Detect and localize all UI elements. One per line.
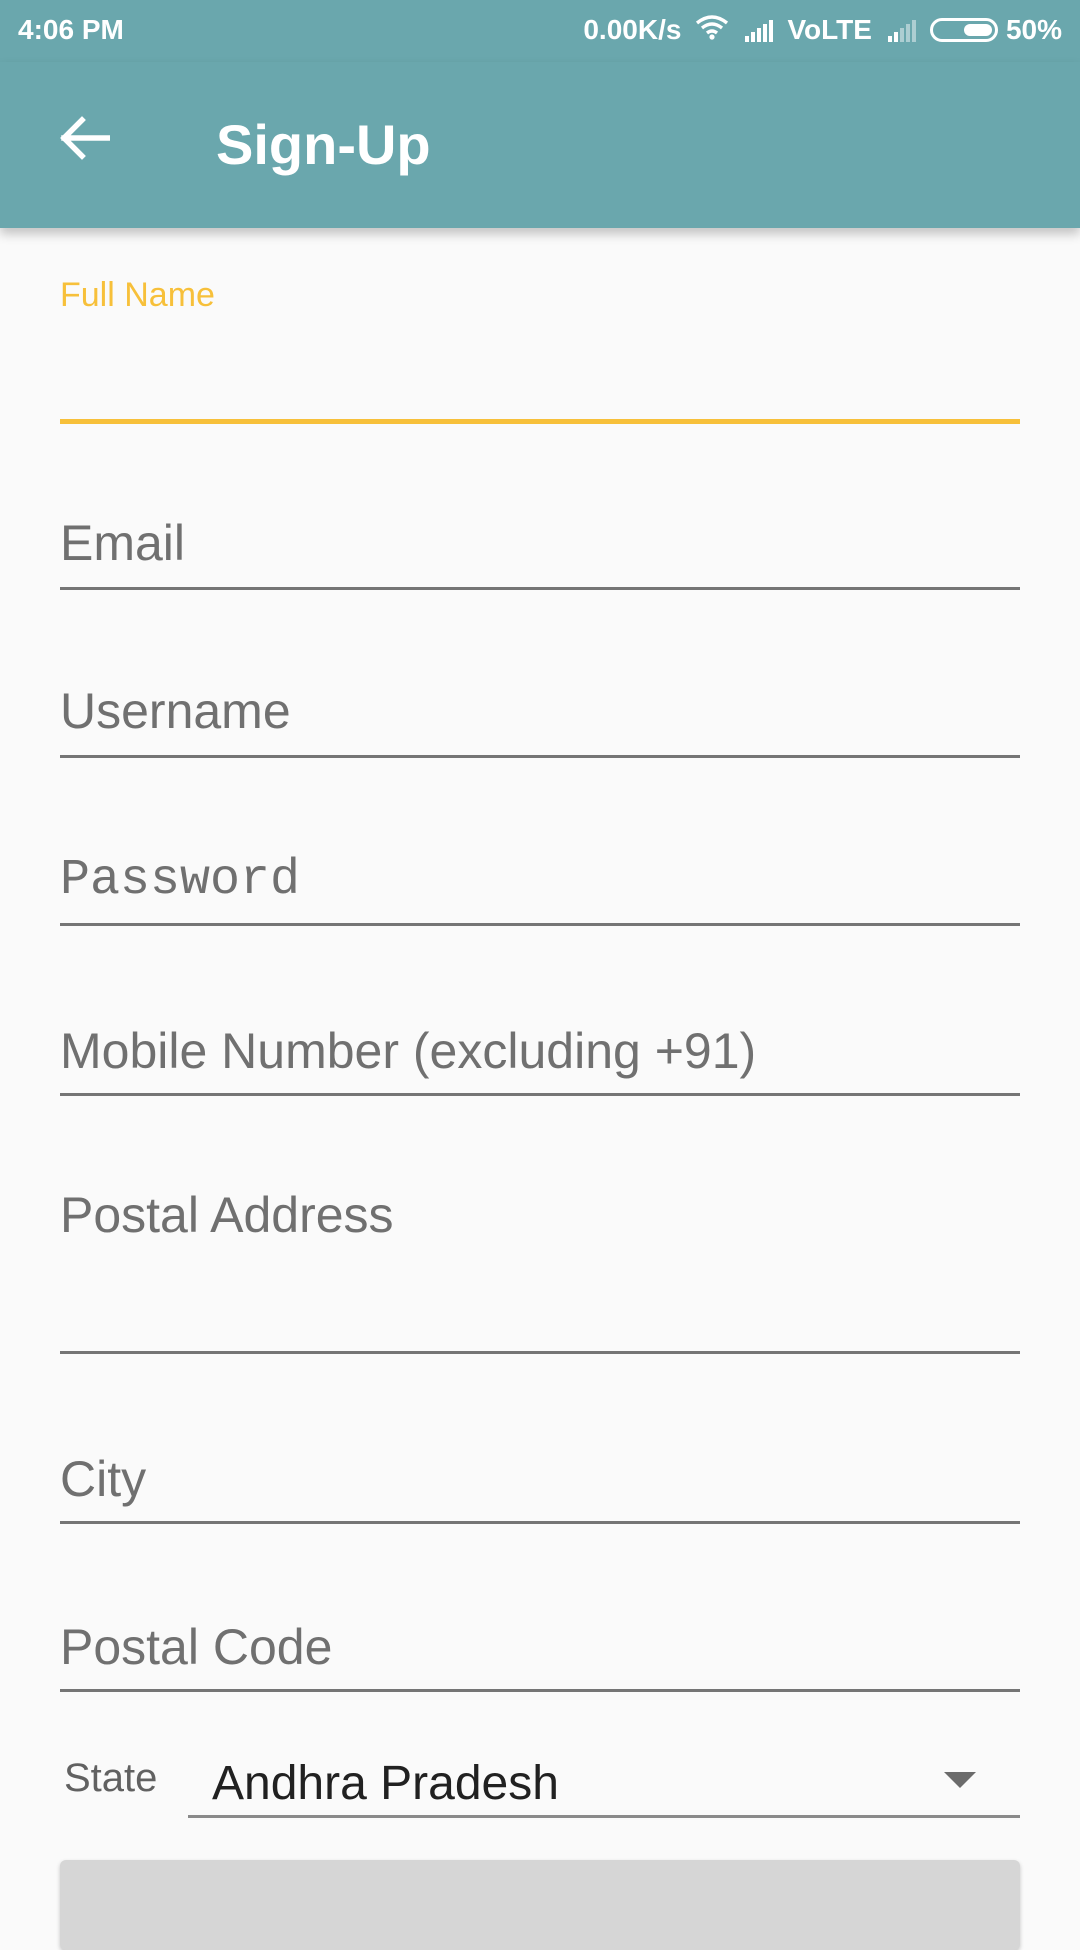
username-field[interactable]: Username xyxy=(60,672,1020,758)
battery-fill xyxy=(963,24,992,36)
city-field[interactable]: City xyxy=(60,1438,1020,1524)
app-bar: Sign-Up xyxy=(0,62,1080,228)
back-button[interactable] xyxy=(36,92,132,188)
status-bar: 4:06 PM 0.00K/s VoLTE 50% xyxy=(0,0,1080,62)
state-selected-value: Andhra Pradesh xyxy=(212,1757,559,1810)
password-field[interactable]: Password xyxy=(60,840,1020,926)
full-name-label: Full Name xyxy=(60,276,215,314)
signal-icon xyxy=(743,18,774,42)
city-placeholder: City xyxy=(60,1451,147,1507)
postal-code-field[interactable]: Postal Code xyxy=(60,1606,1020,1692)
signal-weak-icon xyxy=(886,18,916,42)
arrow-back-icon xyxy=(58,115,111,165)
network-label: VoLTE xyxy=(787,14,872,45)
submit-button[interactable] xyxy=(60,1860,1020,1950)
dropdown-arrow-icon xyxy=(944,1772,976,1788)
username-underline xyxy=(60,755,1020,758)
battery-percent: 50% xyxy=(1005,14,1062,45)
full-name-underline xyxy=(60,419,1020,424)
password-underline xyxy=(60,923,1020,926)
postal-code-placeholder: Postal Code xyxy=(60,1619,333,1675)
email-placeholder: Email xyxy=(60,515,186,571)
postal-address-placeholder: Postal Address xyxy=(60,1187,394,1243)
mobile-number-underline xyxy=(60,1093,1020,1096)
postal-address-underline xyxy=(60,1351,1020,1354)
net-speed: 0.00K/s xyxy=(583,14,682,45)
full-name-field[interactable]: Full Name xyxy=(60,276,1020,424)
username-placeholder: Username xyxy=(60,683,291,739)
state-underline xyxy=(188,1815,1020,1818)
page-title: Sign-Up xyxy=(216,113,431,176)
email-underline xyxy=(60,587,1020,590)
postal-code-underline xyxy=(60,1689,1020,1692)
status-icons: 0.00K/s VoLTE 50% xyxy=(569,12,1062,48)
battery-icon xyxy=(929,18,998,42)
wifi-icon xyxy=(695,14,729,47)
state-label: State xyxy=(64,1756,158,1800)
email-field[interactable]: Email xyxy=(60,504,1020,590)
mobile-number-placeholder: Mobile Number (excluding +91) xyxy=(60,1023,757,1079)
status-time: 4:06 PM xyxy=(18,14,124,45)
mobile-number-field[interactable]: Mobile Number (excluding +91) xyxy=(60,1010,1020,1096)
postal-address-field[interactable]: Postal Address xyxy=(60,1176,1020,1354)
password-placeholder: Password xyxy=(60,852,301,909)
state-dropdown[interactable]: Andhra Pradesh xyxy=(188,1740,1020,1818)
city-underline xyxy=(60,1521,1020,1524)
